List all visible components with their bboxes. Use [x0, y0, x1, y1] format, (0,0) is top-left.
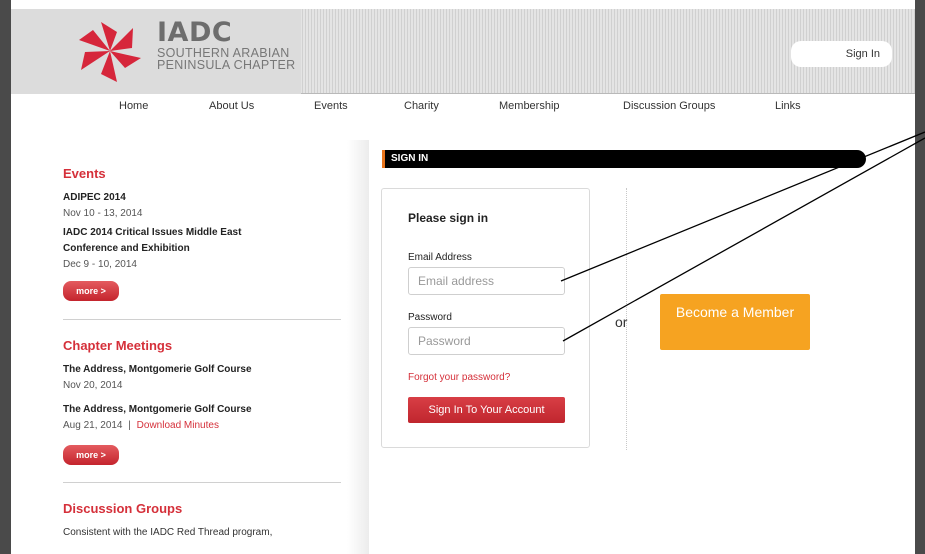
event-item-title[interactable]: IADC 2014 Critical Issues Middle East Co…: [63, 225, 293, 257]
forgot-password-link[interactable]: Forgot your password?: [408, 372, 510, 383]
event-item-date: Dec 9 - 10, 2014: [63, 259, 137, 270]
nav-about-us[interactable]: About Us: [209, 100, 254, 112]
sign-in-submit-button[interactable]: Sign In To Your Account: [408, 397, 565, 423]
main-nav: Home About Us Events Charity Membership …: [11, 95, 915, 119]
divider: [63, 482, 341, 483]
meeting-item-title[interactable]: The Address, Montgomerie Golf Course: [63, 362, 341, 378]
brand-name: IADC: [157, 17, 233, 48]
nav-events[interactable]: Events: [314, 100, 348, 112]
event-item-title[interactable]: ADIPEC 2014: [63, 190, 341, 206]
event-item-date: Nov 10 - 13, 2014: [63, 208, 143, 219]
meetings-more-wrap: more >: [63, 443, 341, 465]
sidebar: Events ADIPEC 2014 Nov 10 - 13, 2014 IAD…: [63, 150, 341, 541]
column-shadow: [347, 140, 369, 554]
sign-in-section-label: SIGN IN: [391, 153, 429, 164]
meetings-more-button[interactable]: more >: [63, 445, 119, 465]
nav-links[interactable]: Links: [775, 100, 801, 112]
brand-subtitle: SOUTHERN ARABIAN PENINSULA CHAPTER: [157, 46, 296, 72]
sign-in-section-bar: SIGN IN: [382, 150, 866, 168]
events-more-wrap: more >: [63, 279, 341, 301]
iadc-logo-icon[interactable]: [77, 18, 143, 84]
bar-accent: [382, 150, 385, 168]
header-sign-in-button[interactable]: Sign In: [791, 41, 892, 67]
discussion-groups-title: Discussion Groups: [63, 501, 183, 516]
password-label: Password: [408, 312, 452, 323]
header-logo-area: IADC SOUTHERN ARABIAN PENINSULA CHAPTER: [11, 9, 915, 94]
meeting-item-date: Nov 20, 2014: [63, 380, 123, 391]
events-more-button[interactable]: more >: [63, 281, 119, 301]
divider: [63, 319, 341, 320]
download-minutes-link[interactable]: Download Minutes: [137, 420, 219, 431]
nav-charity[interactable]: Charity: [404, 100, 439, 112]
events-title: Events: [63, 166, 106, 181]
chapter-meetings-title: Chapter Meetings: [63, 338, 173, 353]
form-title: Please sign in: [408, 211, 489, 225]
separator: |: [128, 420, 131, 431]
password-field[interactable]: Password: [408, 327, 565, 355]
meeting-item-date: Aug 21, 2014: [63, 420, 123, 431]
sign-in-form: Please sign in Email Address Email addre…: [381, 188, 590, 448]
nav-home[interactable]: Home: [119, 100, 148, 112]
nav-discussion-groups[interactable]: Discussion Groups: [623, 100, 715, 112]
or-text: or: [615, 314, 628, 330]
page: IADC SOUTHERN ARABIAN PENINSULA CHAPTER …: [11, 0, 915, 554]
nav-membership[interactable]: Membership: [499, 100, 560, 112]
discussion-groups-text: Consistent with the IADC Red Thread prog…: [63, 527, 273, 538]
site-header: IADC SOUTHERN ARABIAN PENINSULA CHAPTER …: [11, 9, 915, 94]
email-label: Email Address: [408, 252, 472, 263]
become-member-button[interactable]: Become a Member: [660, 294, 810, 350]
brand: IADC SOUTHERN ARABIAN PENINSULA CHAPTER: [157, 17, 297, 72]
email-field[interactable]: Email address: [408, 267, 565, 295]
meeting-item-date-line: Aug 21, 2014 | Download Minutes: [63, 418, 341, 434]
meeting-item-title[interactable]: The Address, Montgomerie Golf Course: [63, 402, 341, 418]
